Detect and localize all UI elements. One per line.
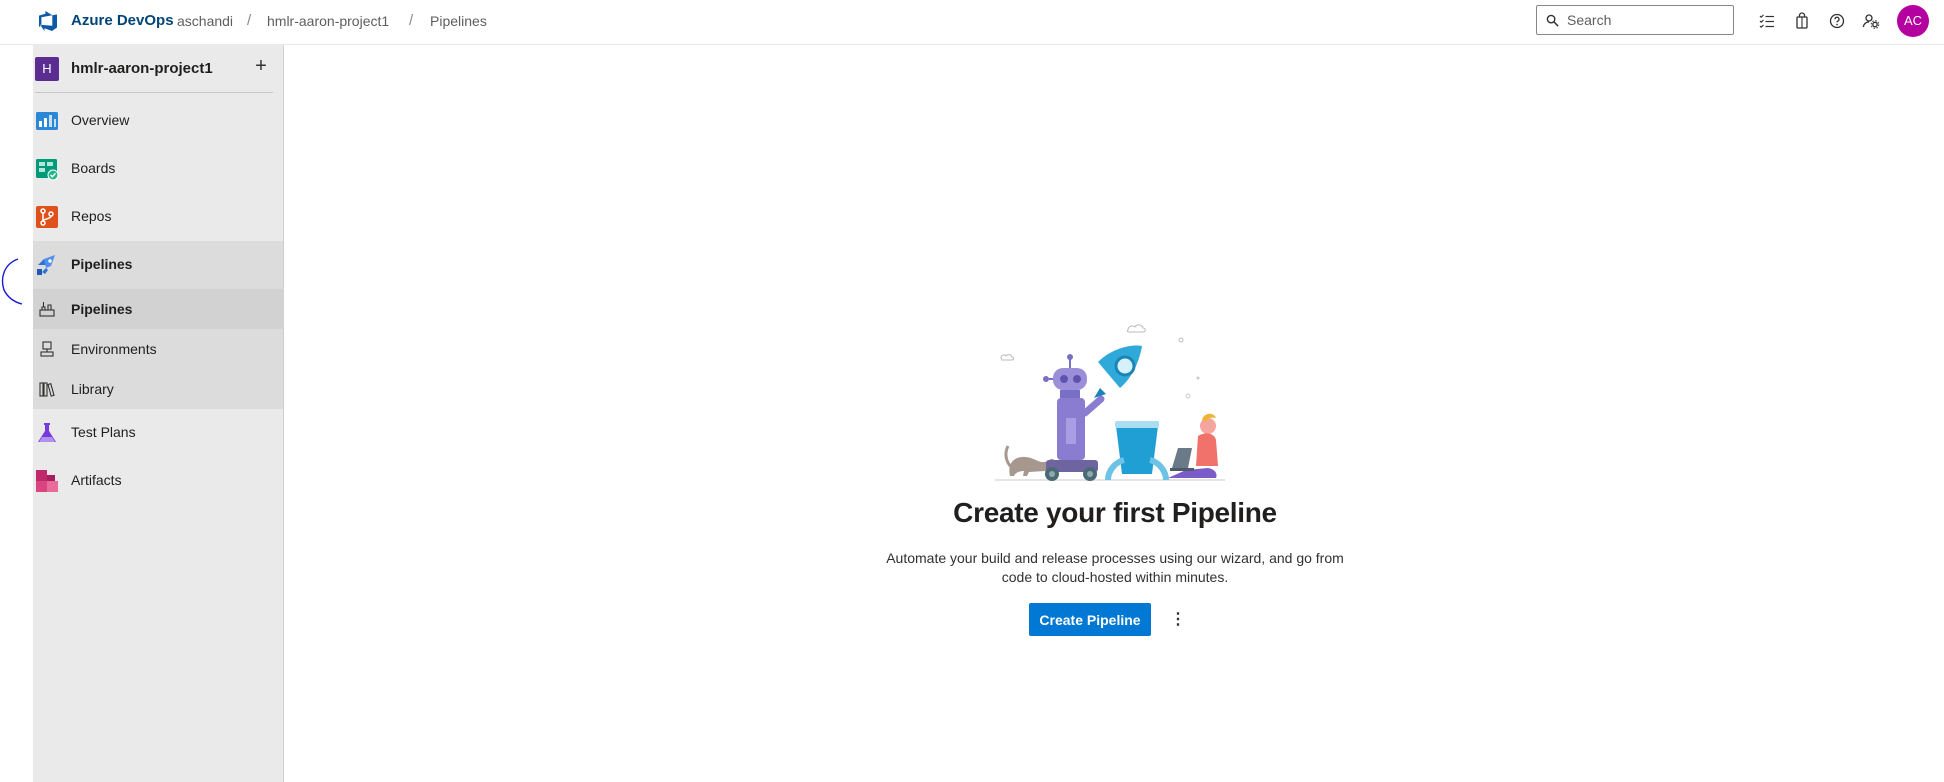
sidebar-subitem-label: Library	[71, 381, 114, 397]
project-name[interactable]: hmlr-aaron-project1	[71, 60, 213, 77]
sidebar-item-label: Overview	[71, 112, 130, 128]
sidebar-item-pipelines[interactable]: Pipelines	[33, 241, 283, 289]
search-icon	[1546, 14, 1559, 27]
sidebar-subitem-environments[interactable]: Environments	[33, 329, 283, 369]
breadcrumb-organization[interactable]: aschandi	[177, 13, 233, 29]
sidebar-divider	[35, 92, 273, 93]
pipelines-submenu: Pipelines Environments Library	[33, 289, 283, 409]
environments-icon	[40, 341, 54, 357]
search-box[interactable]	[1536, 5, 1734, 35]
work-items-icon[interactable]	[1757, 11, 1777, 31]
library-icon	[39, 382, 55, 397]
search-input[interactable]	[1567, 11, 1727, 29]
create-pipeline-button[interactable]: Create Pipeline	[1029, 603, 1151, 636]
sidebar-subitem-label: Environments	[71, 341, 157, 357]
pipeline-illustration	[995, 324, 1225, 481]
user-avatar[interactable]: AC	[1897, 5, 1929, 37]
pipelines-sub-icon	[39, 302, 55, 317]
sidebar-item-label: Artifacts	[71, 472, 122, 488]
pipelines-icon	[37, 255, 55, 275]
more-options-icon[interactable]: ⋮	[1167, 607, 1189, 633]
help-icon[interactable]	[1827, 11, 1847, 31]
empty-state-title: Create your first Pipeline	[953, 497, 1277, 528]
sidebar-item-label: Boards	[71, 160, 116, 176]
project-header[interactable]: H hmlr-aaron-project1 +	[33, 45, 283, 91]
repos-icon	[36, 206, 58, 228]
azure-devops-logo-icon[interactable]	[36, 9, 60, 33]
user-settings-icon[interactable]	[1861, 11, 1881, 31]
sidebar-item-repos[interactable]: Repos	[33, 193, 283, 241]
sidebar-item-boards[interactable]: Boards	[33, 145, 283, 193]
sidebar-subitem-label: Pipelines	[71, 301, 133, 317]
marketplace-bag-icon[interactable]	[1792, 11, 1812, 31]
project-sidebar: H hmlr-aaron-project1 + Overview Boards	[33, 45, 284, 782]
sidebar-subitem-library[interactable]: Library	[33, 369, 283, 409]
test-plans-icon	[38, 423, 56, 442]
breadcrumb-project[interactable]: hmlr-aaron-project1	[267, 13, 389, 29]
sidebar-item-test-plans[interactable]: Test Plans	[33, 409, 283, 457]
breadcrumb-separator: /	[409, 12, 414, 29]
boards-icon	[36, 159, 59, 181]
artifacts-icon	[36, 470, 58, 492]
overview-icon	[36, 112, 58, 130]
breadcrumb-current-page[interactable]: Pipelines	[430, 13, 487, 29]
add-icon[interactable]: +	[251, 56, 271, 76]
hand-drawn-bracket-annotation	[1, 258, 23, 305]
sidebar-item-overview[interactable]: Overview	[33, 97, 283, 145]
sidebar-subitem-pipelines[interactable]: Pipelines	[33, 289, 283, 329]
sidebar-item-artifacts[interactable]: Artifacts	[33, 457, 283, 505]
top-bar: Azure DevOps aschandi / hmlr-aaron-proje…	[0, 0, 1944, 45]
sidebar-item-label: Pipelines	[71, 256, 133, 272]
sidebar-item-label: Repos	[71, 208, 112, 224]
brand-name[interactable]: Azure DevOps	[71, 12, 174, 29]
empty-state-description: Automate your build and release processe…	[886, 550, 1344, 585]
sidebar-item-label: Test Plans	[71, 424, 136, 440]
breadcrumb-separator: /	[247, 12, 252, 29]
project-avatar: H	[35, 57, 59, 81]
